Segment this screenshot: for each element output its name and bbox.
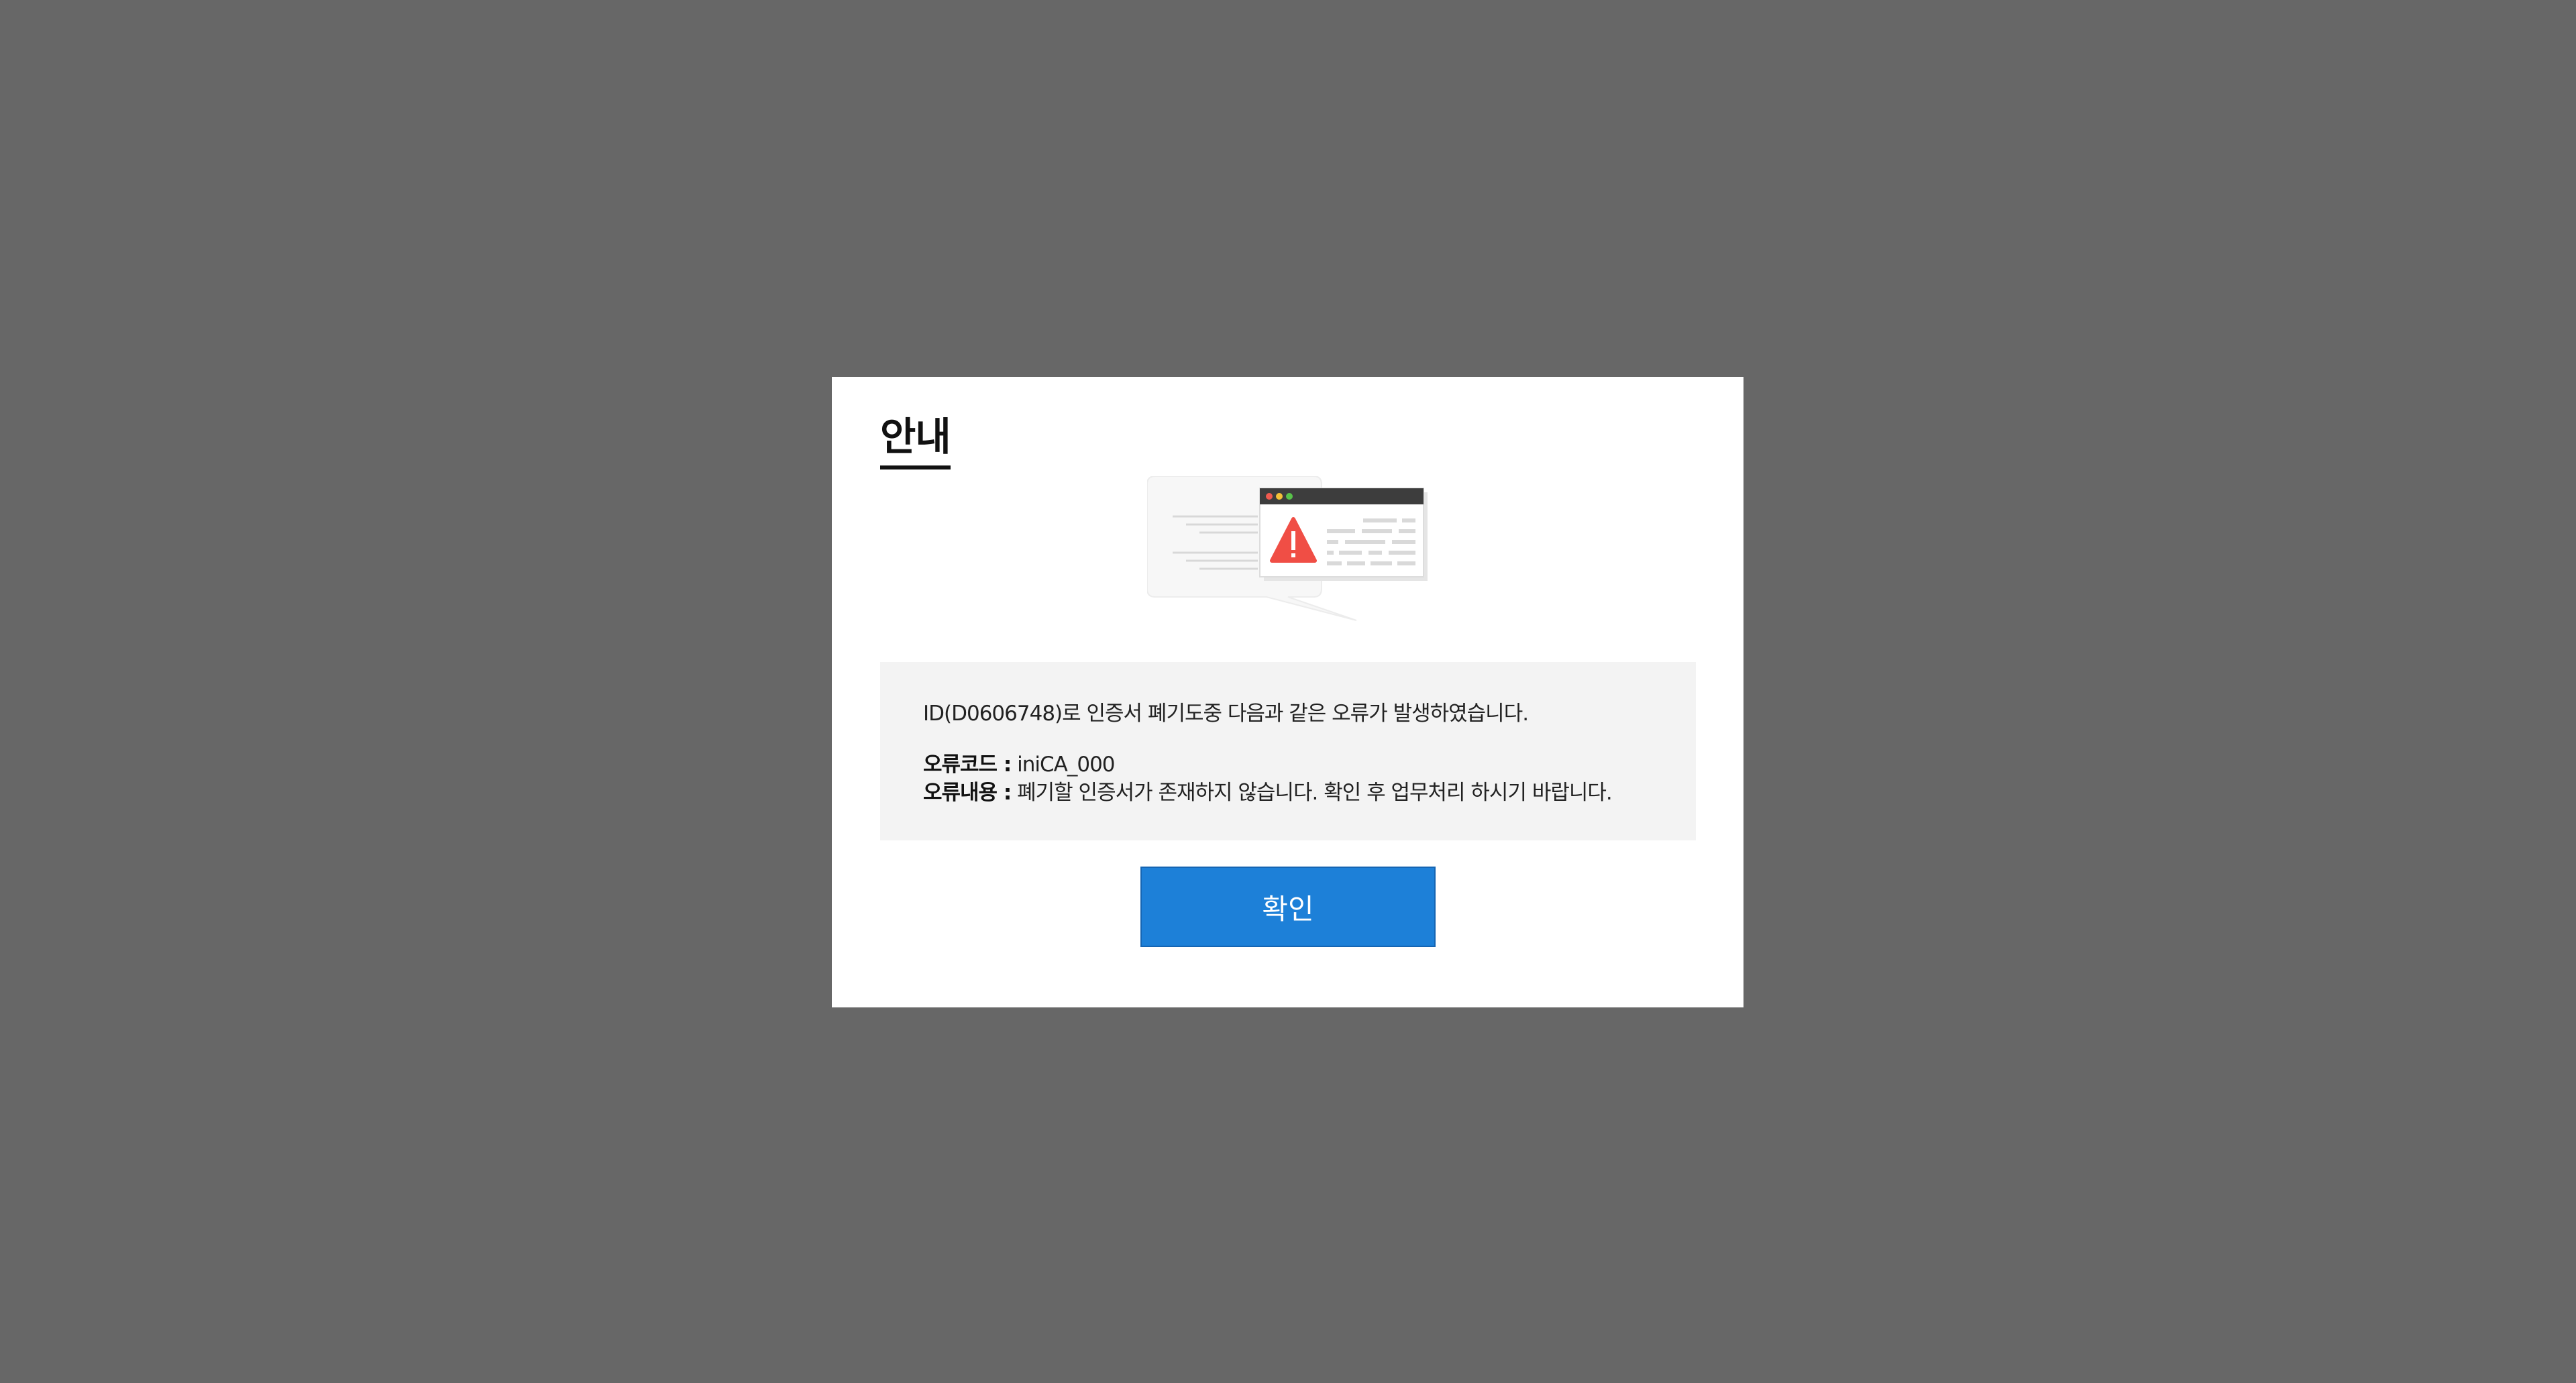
error-intro-text: ID(D0606748)로 인증서 폐기도중 다음과 같은 오류가 발생하였습니… [923, 702, 1529, 726]
notice-dialog: 안내 ID(D0606748)로 인증서 폐기도중 다음과 같은 오류가 발생하… [832, 377, 1743, 1007]
error-message-box: ID(D0606748)로 인증서 폐기도중 다음과 같은 오류가 발생하였습니… [880, 662, 1696, 840]
error-window-icon [1146, 476, 1436, 627]
error-code-label: 오류코드 : [923, 753, 1012, 777]
confirm-button[interactable]: 확인 [1140, 867, 1436, 947]
dialog-title: 안내 [880, 415, 951, 469]
warning-exclamation-dot [1291, 553, 1295, 557]
error-detail-value: 폐기할 인증서가 존재하지 않습니다. 확인 후 업무처리 하시기 바랍니다. [1011, 781, 1613, 805]
window-maximize-dot [1286, 493, 1293, 500]
error-code-row: 오류코드 : iniCA_000 [923, 751, 1653, 779]
error-detail-row: 오류내용 : 폐기할 인증서가 존재하지 않습니다. 확인 후 업무처리 하시기… [923, 779, 1653, 807]
window-close-dot [1266, 493, 1273, 500]
warning-exclamation-bar [1291, 531, 1295, 550]
error-illustration-svg [1146, 476, 1428, 621]
window-minimize-dot [1276, 493, 1283, 500]
browser-titlebar [1260, 488, 1424, 504]
error-code-value: iniCA_000 [1011, 753, 1115, 777]
error-detail-label: 오류내용 : [923, 781, 1012, 805]
